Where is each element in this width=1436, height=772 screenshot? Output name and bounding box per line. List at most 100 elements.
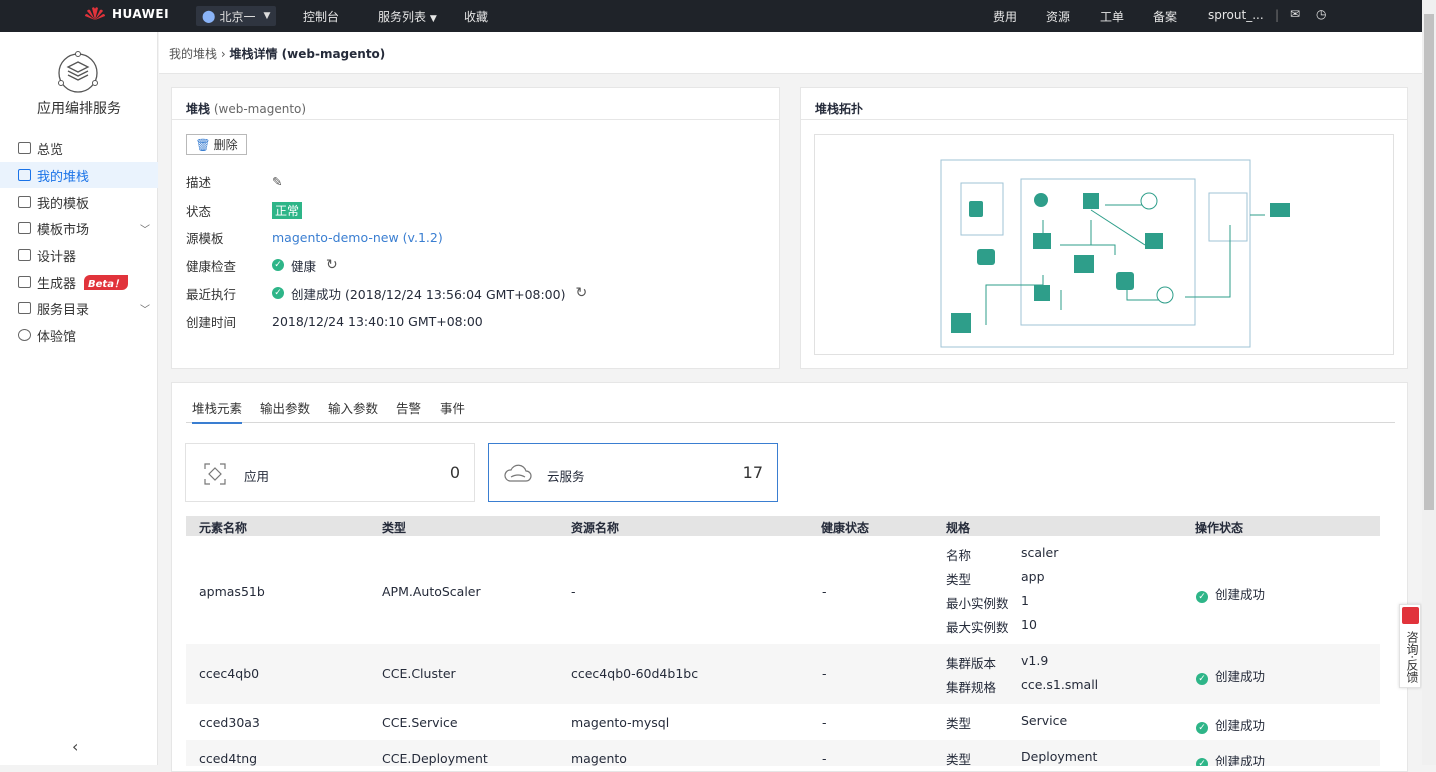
spec-key: 名称	[946, 548, 972, 563]
sidebar-item-my-stacks[interactable]: 我的堆栈	[0, 162, 158, 188]
consult-feedback-button[interactable]: 咨询·反馈	[1399, 604, 1421, 688]
element-name: cced30a3	[199, 715, 260, 730]
user-account-menu[interactable]: sprout_...	[1208, 8, 1264, 22]
spec-value: Deployment	[1021, 749, 1098, 764]
table-row[interactable]: cced30a3 CCE.Service magento-mysql - 类型 S…	[186, 704, 1380, 740]
resource-name: -	[571, 584, 576, 599]
delete-button[interactable]: 🗑 删除	[186, 134, 247, 155]
resource-name-link[interactable]: magento	[571, 751, 627, 766]
sidebar-item-generator[interactable]: 生成器 Beta！	[0, 269, 158, 295]
spec-value: 1	[1021, 593, 1029, 608]
cloud-service-label: 云服务	[547, 469, 585, 484]
table-row[interactable]: ccec4qb0 CCE.Cluster ccec4qb0-60d4b1bc -…	[186, 644, 1380, 704]
catalog-icon	[18, 302, 31, 314]
operation-status: ✓ 创建成功	[1196, 751, 1265, 766]
sidebar: 应用编排服务 总览 我的堆栈 我的模板 模板市场 ﹀ 设计器 生成器 Beta！ 服…	[0, 32, 158, 765]
tab-stack-elements[interactable]: 堆栈元素	[192, 398, 243, 424]
table-header: 元素名称 类型 资源名称 健康状态 规格 操作状态	[186, 516, 1380, 536]
operation-status-text: 创建成功	[1215, 718, 1266, 733]
col-header[interactable]: 健康状态	[821, 519, 869, 536]
element-type: APM.AutoScaler	[382, 584, 481, 599]
region-selector[interactable]: ⬤ 北京一 ▼	[196, 6, 276, 26]
status-badge: 正常	[272, 201, 303, 219]
chevron-down-icon: ﹀	[140, 304, 150, 316]
table-row[interactable]: apmas51b APM.AutoScaler - - 名称 scaler 类型 a…	[186, 536, 1380, 644]
last-execution-value: 创建成功 (2018/12/24 13:56:04 GMT+08:00)	[291, 286, 566, 302]
spec-key: 最小实例数	[946, 596, 1009, 611]
separator: |	[1275, 8, 1280, 22]
sidebar-item-experience[interactable]: 体验馆	[0, 322, 158, 348]
collapse-sidebar-icon[interactable]: ‹	[72, 737, 78, 756]
region-label: 北京一	[219, 9, 256, 24]
sidebar-item-template-market[interactable]: 模板市场 ﹀	[0, 215, 158, 241]
service-title: 应用编排服务	[37, 101, 121, 117]
nav-resources[interactable]: 资源	[1046, 8, 1070, 25]
health-status: -	[822, 584, 827, 599]
tab-events[interactable]: 事件	[440, 398, 465, 417]
tab-output-params[interactable]: 输出参数	[260, 398, 310, 417]
breadcrumb-bar: 我的堆栈 › 堆栈详情 (web-magento)	[159, 32, 1422, 74]
col-header[interactable]: 元素名称	[199, 519, 247, 536]
refresh-icon[interactable]: ↻	[575, 285, 587, 301]
check-circle-icon: ✓	[1196, 722, 1208, 734]
spec-key: 集群规格	[946, 680, 997, 695]
dropdown-arrow-icon: ▼	[429, 14, 437, 24]
resource-name-link[interactable]: ccec4qb0-60d4b1bc	[571, 666, 698, 681]
nav-billing[interactable]: 费用	[993, 8, 1017, 25]
spec-value: 10	[1021, 617, 1037, 632]
element-type: CCE.Deployment	[382, 751, 488, 766]
breadcrumb-separator-icon: ›	[220, 47, 226, 61]
sidebar-item-my-templates[interactable]: 我的模板	[0, 189, 158, 215]
tab-input-params[interactable]: 输入参数	[328, 398, 378, 417]
source-template-link[interactable]: magento-demo-new (v.1.2)	[272, 230, 443, 245]
elements-table: 元素名称 类型 资源名称 健康状态 规格 操作状态 apmas51b APM.A…	[186, 516, 1380, 766]
detail-tabs: 堆栈元素 输出参数 输入参数 告警 事件	[186, 395, 1395, 424]
col-header[interactable]: 规格	[946, 519, 970, 536]
beta-badge: Beta！	[84, 274, 128, 290]
page-scrollbar-thumb[interactable]	[1424, 14, 1434, 510]
field-label: 源模板	[186, 230, 224, 246]
nav-favorites[interactable]: 收藏	[464, 8, 488, 25]
app-count-card[interactable]: 应用 0	[185, 443, 475, 502]
clock-icon[interactable]: ◷	[1316, 7, 1326, 21]
experience-icon	[18, 329, 31, 341]
sidebar-item-overview[interactable]: 总览	[0, 135, 158, 161]
col-header[interactable]: 操作状态	[1195, 519, 1243, 536]
page-scrollbar[interactable]	[1422, 0, 1436, 765]
chevron-down-icon: ﹀	[140, 224, 150, 236]
sidebar-item-designer[interactable]: 设计器	[0, 242, 158, 268]
huawei-logo[interactable]: HUAWEI	[84, 6, 169, 22]
card-header: 堆栈拓扑	[801, 88, 1407, 120]
element-type: CCE.Cluster	[382, 666, 456, 681]
card-title: 堆栈拓扑	[815, 102, 864, 116]
operation-status: ✓ 创建成功	[1196, 666, 1265, 685]
nav-filing[interactable]: 备案	[1153, 8, 1177, 25]
field-label: 最近执行	[186, 286, 237, 302]
nav-service-list[interactable]: 服务列表 ▼	[378, 8, 437, 25]
top-navigation-bar: HUAWEI ⬤ 北京一 ▼ 控制台 服务列表 ▼ 收藏 费用 资源 工单 备案…	[0, 0, 1422, 32]
sidebar-item-service-catalog[interactable]: 服务目录 ﹀	[0, 295, 158, 321]
tab-alarms[interactable]: 告警	[396, 398, 421, 417]
col-header[interactable]: 资源名称	[571, 519, 619, 536]
spec-value: app	[1021, 569, 1045, 584]
element-name: cced4tng	[199, 751, 258, 766]
cloud-service-count: 17	[742, 463, 763, 482]
nav-tickets[interactable]: 工单	[1100, 8, 1124, 25]
operation-status: ✓ 创建成功	[1196, 715, 1265, 734]
sidebar-item-label: 生成器	[37, 276, 77, 292]
mail-icon[interactable]: ✉	[1290, 7, 1300, 21]
card-header: 堆栈 (web-magento)	[172, 88, 779, 120]
cloud-service-count-card[interactable]: 云服务 17	[488, 443, 778, 502]
table-row[interactable]: cced4tng CCE.Deployment magento - 类型 Depl…	[186, 740, 1380, 766]
topology-diagram[interactable]	[814, 134, 1394, 355]
field-description: 描述 ✎	[186, 172, 282, 190]
health-value: 健康	[291, 258, 317, 274]
edit-icon[interactable]: ✎	[272, 174, 282, 189]
check-circle-icon: ✓	[272, 259, 284, 271]
col-header[interactable]: 类型	[382, 519, 406, 536]
refresh-icon[interactable]: ↻	[326, 257, 338, 273]
breadcrumb-parent-link[interactable]: 我的堆栈	[169, 47, 217, 61]
nav-service-list-label: 服务列表	[378, 10, 427, 24]
nav-console[interactable]: 控制台	[303, 8, 339, 25]
spec-value: cce.s1.small	[1021, 677, 1099, 692]
